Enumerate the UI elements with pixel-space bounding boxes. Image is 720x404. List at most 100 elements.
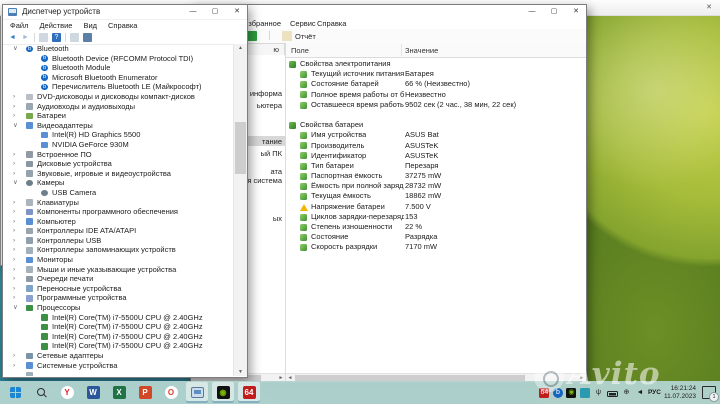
report-item-row[interactable]: Текущий источник питания Батарея <box>286 69 586 79</box>
intel-graphics-tray-icon[interactable] <box>579 387 590 398</box>
report-item-row[interactable]: Имя устройства ASUS Bat <box>286 130 586 140</box>
expand-arrow-icon[interactable]: › <box>13 236 15 246</box>
sidebar-item[interactable]: ьютера <box>257 101 282 111</box>
sidebar-item[interactable]: я информа <box>244 89 282 99</box>
tree-category-item[interactable]: › Компоненты программного обеспечения <box>3 207 234 217</box>
scroll-up-icon[interactable]: ▲ <box>234 45 247 51</box>
tree-category-item[interactable]: › Контроллеры USB <box>3 236 234 246</box>
console-window-icon[interactable] <box>39 33 48 42</box>
tree-category-item[interactable]: ∨ Камеры <box>3 178 234 188</box>
tree-category-item[interactable]: › Системные устройства <box>3 361 234 371</box>
nvidia-tray-icon[interactable]: ◉ <box>566 387 577 398</box>
tree-category-item[interactable]: ∨ b Bluetooth <box>3 44 234 54</box>
report-button[interactable]: Отчёт <box>295 32 316 41</box>
tree-device-item[interactable]: b Bluetooth Module <box>3 63 234 73</box>
excel-taskbar-button[interactable]: X <box>108 382 130 403</box>
remote-screen-icon[interactable] <box>247 31 257 41</box>
minimize-button[interactable]: — <box>183 5 203 19</box>
close-button[interactable]: ✕ <box>702 2 716 13</box>
forward-icon[interactable]: ► <box>21 33 30 42</box>
start-taskbar-button[interactable] <box>4 382 26 403</box>
report-item-row[interactable]: Текущая ёмкость 18862 mW <box>286 191 586 201</box>
expand-arrow-icon[interactable]: › <box>13 111 15 121</box>
menu-favorites[interactable]: Избранное <box>243 19 281 28</box>
aida64-tray-icon[interactable]: 64 <box>539 387 550 398</box>
sidebar-item[interactable]: тание <box>262 137 282 147</box>
column-separator[interactable] <box>401 44 402 56</box>
tree-device-item[interactable]: Intel(R) Core(TM) i7-5500U CPU @ 2.40GHz <box>3 341 234 351</box>
expand-arrow-icon[interactable]: › <box>13 351 15 361</box>
language-indicator[interactable]: РУС <box>648 389 661 396</box>
device-manager-titlebar[interactable]: Диспетчер устройств — ▢ ✕ <box>3 5 247 20</box>
expand-arrow-icon[interactable]: › <box>13 255 15 265</box>
column-value[interactable]: Значение <box>405 46 438 55</box>
taskbar-clock[interactable]: 16:21:24 11.07.2023 <box>664 385 696 401</box>
tree-category-item[interactable]: › Очереди печати <box>3 274 234 284</box>
expand-arrow-icon[interactable]: › <box>13 284 15 294</box>
report-icon[interactable] <box>282 31 292 41</box>
tree-category-item[interactable]: › Контроллеры запоминающих устройств <box>3 245 234 255</box>
report-item-row[interactable]: Циклов зарядки-перезарядки 153 <box>286 212 586 222</box>
tree-device-item[interactable]: b Microsoft Bluetooth Enumerator <box>3 73 234 83</box>
report-item-row[interactable]: Ёмкость при полной зарядке 28732 mW <box>286 181 586 191</box>
tree-category-item[interactable]: ∨ Процессоры <box>3 303 234 313</box>
help-icon[interactable]: ? <box>52 33 61 42</box>
search-taskbar-button[interactable] <box>30 382 52 403</box>
tree-category-item[interactable]: ∨ Видеоадаптеры <box>3 121 234 131</box>
expand-arrow-icon[interactable]: › <box>13 207 15 217</box>
scroll-down-icon[interactable]: ▼ <box>234 369 247 375</box>
tree-category-item[interactable]: › Компьютер <box>3 217 234 227</box>
menu-view[interactable]: Вид <box>83 21 97 30</box>
tree-category-item[interactable]: › Сетевые адаптеры <box>3 351 234 361</box>
sidebar-item[interactable]: ых <box>273 214 282 224</box>
back-icon[interactable]: ◄ <box>8 33 17 42</box>
aida64-taskbar-button[interactable]: 64 <box>238 382 260 403</box>
collapse-arrow-icon[interactable]: ∨ <box>13 303 18 313</box>
tree-category-item[interactable]: › Мыши и иные указывающие устройства <box>3 265 234 275</box>
tree-device-item[interactable]: Intel(R) HD Graphics 5500 <box>3 130 234 140</box>
tree-device-item[interactable]: b Bluetooth Device (RFCOMM Protocol TDI) <box>3 54 234 64</box>
report-item-row[interactable]: Производитель ASUSTeK <box>286 141 586 151</box>
tree-category-item[interactable]: › Программные устройства <box>3 293 234 303</box>
collapse-arrow-icon[interactable]: ∨ <box>13 178 18 188</box>
opera-taskbar-button[interactable]: O <box>160 382 182 403</box>
scrollbar-thumb[interactable] <box>235 122 246 174</box>
column-field[interactable]: Поле <box>291 46 309 55</box>
expand-arrow-icon[interactable]: › <box>13 217 15 227</box>
powerpoint-taskbar-button[interactable]: P <box>134 382 156 403</box>
expand-arrow-icon[interactable]: › <box>13 159 15 169</box>
tree-category-item[interactable]: › Клавиатуры <box>3 198 234 208</box>
expand-arrow-icon[interactable]: › <box>13 226 15 236</box>
usb-tray-icon[interactable]: ψ <box>593 388 603 398</box>
battery-tray-icon[interactable] <box>606 390 618 397</box>
expand-arrow-icon[interactable]: › <box>13 361 15 371</box>
tree-category-item[interactable]: › DVD-дисководы и дисководы компакт-диско… <box>3 92 234 102</box>
report-group-row[interactable]: Свойства батареи <box>286 120 586 130</box>
expand-arrow-icon[interactable]: › <box>13 169 15 179</box>
menu-service[interactable]: Сервис <box>290 19 316 28</box>
sidebar-item[interactable]: ый ПК <box>261 149 282 159</box>
report-item-row[interactable]: Состояние Разрядка <box>286 232 586 242</box>
report-item-row[interactable]: Полное время работы от бата...Неизвестно <box>286 90 586 100</box>
tree-device-item[interactable]: Intel(R) Core(TM) i7-5500U CPU @ 2.40GHz <box>3 313 234 323</box>
device-manager-taskbar-button[interactable] <box>186 382 208 403</box>
tree-category-item[interactable]: › Звуковые, игровые и видеоустройства <box>3 169 234 179</box>
report-item-row[interactable]: Паспортная ёмкость 37275 mW <box>286 171 586 181</box>
collapse-arrow-icon[interactable]: ∨ <box>13 121 18 131</box>
collapse-arrow-icon[interactable]: ∨ <box>13 44 18 54</box>
tree-category-item[interactable]: › Дисковые устройства <box>3 159 234 169</box>
menu-help[interactable]: Справка <box>108 21 137 30</box>
tree-category-item[interactable] <box>3 370 234 376</box>
tree-vertical-scrollbar[interactable]: ▲ ▼ <box>233 44 247 376</box>
computer-manage-icon[interactable] <box>83 33 92 42</box>
word-taskbar-button[interactable]: W <box>82 382 104 403</box>
report-item-row[interactable]: Оставшееся время работы от ...9502 сек (… <box>286 100 586 110</box>
column-headers[interactable]: Поле Значение <box>286 43 586 58</box>
expand-arrow-icon[interactable]: › <box>13 102 15 112</box>
sidebar-item[interactable]: я система <box>247 176 282 186</box>
expand-arrow-icon[interactable]: › <box>13 265 15 275</box>
menu-file[interactable]: Файл <box>10 21 28 30</box>
nvidia-taskbar-button[interactable]: ◉ <box>212 382 234 403</box>
tree-category-item[interactable]: › Встроенное ПО <box>3 150 234 160</box>
aida64-titlebar[interactable]: — ▢ ✕ <box>191 5 586 17</box>
